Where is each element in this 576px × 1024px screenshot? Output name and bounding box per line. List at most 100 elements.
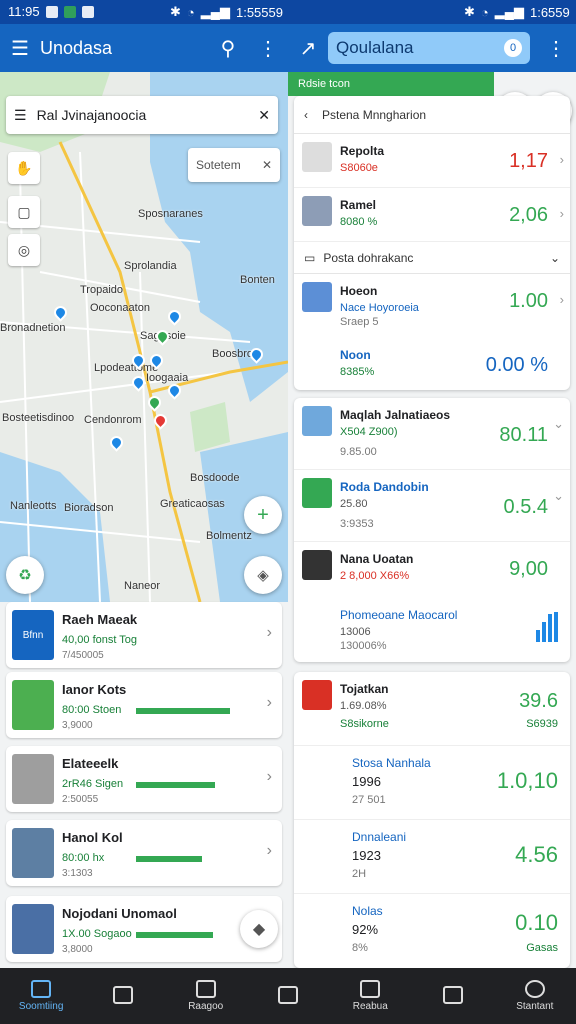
map-label: Nanleotts (10, 500, 57, 512)
nav-item-share[interactable] (411, 968, 493, 1024)
summary-row[interactable]: Ramel 8080 % 2,06 › (294, 188, 570, 242)
item-title: Ianor Kots (62, 682, 127, 697)
avatar (302, 142, 332, 172)
layers-icon[interactable]: ✋ (8, 152, 40, 184)
share-icon (442, 985, 463, 1004)
nav-item-profile[interactable]: Stantant (494, 968, 576, 1024)
panel-header: ‹ Pstena Mnngharion (294, 96, 570, 134)
row-sub: S8060e (340, 162, 378, 174)
right-tab-label: Rdsie tcon (298, 78, 350, 90)
chevron-down-icon[interactable]: ⌄ (550, 251, 560, 265)
row-value: 1.0,10 (496, 768, 558, 793)
list-row[interactable]: Roda Dandobin 25.80 3:9353 0.5.4 ⌄ (294, 470, 570, 542)
chevron-right-icon[interactable]: › (267, 768, 272, 786)
back-icon[interactable]: ‹ (304, 108, 308, 122)
chevron-down-icon[interactable]: ⌄ (553, 488, 564, 504)
chevron-right-icon[interactable]: › (560, 206, 564, 221)
navigate-icon[interactable]: ◆ (240, 910, 278, 948)
nav-item-raagoo[interactable]: Raagoo (165, 968, 247, 1024)
item-thumbnail (12, 754, 54, 804)
list-row[interactable]: Phomeoane Maocarol 13006 130006% (294, 598, 570, 662)
row-sub: 25.80 (340, 498, 368, 510)
list-item[interactable]: Elateeelk 2rR46 Sigen 2:50055 › (6, 746, 282, 812)
nav-item-home[interactable]: Soomtiing (0, 968, 82, 1024)
map-label: Sposnaranes (138, 208, 203, 220)
row-meta: 3:9353 (340, 518, 374, 530)
stats-row[interactable]: Nolas 92% 8% 0.10 Gasas (294, 894, 570, 968)
summary-row[interactable]: Noon 8385% 0.00 % (294, 338, 570, 390)
row-thumbnail (302, 282, 332, 312)
house-icon (195, 980, 216, 998)
list-item[interactable]: Hanol Kol 80:00 hx 3:1303 › (6, 820, 282, 886)
row-value: 0.10 (515, 910, 558, 935)
row-meta: S8sikorne (340, 718, 389, 730)
row-sub: X504 Z900) (340, 426, 398, 438)
more-vert-icon-right[interactable]: ⋮ (536, 28, 576, 68)
clear-icon[interactable]: ✕ (258, 107, 270, 124)
progress-bar (136, 708, 230, 714)
chevron-right-icon[interactable]: › (267, 842, 272, 860)
home-icon (31, 980, 52, 998)
chevron-right-icon[interactable]: › (267, 624, 272, 642)
signal-icon-2: ▂▄▆ (494, 4, 524, 19)
section-header[interactable]: ▭ Posta dohrakanc ⌄ (294, 242, 570, 274)
arrow-icon[interactable]: ↗ (288, 28, 328, 68)
item-subtitle: 2rR46 Sigen (62, 778, 124, 790)
row-sub: 8385% (340, 366, 375, 378)
list-row[interactable]: Maqlah Jalnatiaeos X504 Z900) 9.85.00 80… (294, 398, 570, 470)
square-icon[interactable]: ▢ (8, 196, 40, 228)
stats-row[interactable]: Stosa Nanhala 1996 27 501 1.0,10 (294, 746, 570, 820)
search-icon[interactable]: ⚲ (208, 28, 248, 68)
nav-item-center[interactable] (247, 968, 329, 1024)
add-icon[interactable]: + (244, 496, 282, 534)
stats-row[interactable]: Dnnaleani 1923 2H 4.56 (294, 820, 570, 894)
item-title: Nojodani Unomaol (62, 906, 177, 921)
map-search-bar[interactable]: ☰ Ral Jvinajanoocia ✕ (6, 96, 278, 134)
chevron-right-icon[interactable]: › (267, 694, 272, 712)
stats-row[interactable]: Tojatkan 1.69.08% S8sikorne 39.6 S6939 (294, 672, 570, 746)
map-label: Ioogaaia (146, 372, 189, 384)
item-thumbnail: Bfnn (12, 610, 54, 660)
summary-row[interactable]: Repolta S8060e 1,17 › (294, 134, 570, 188)
right-panel-stats: Tojatkan 1.69.08% S8sikorne 39.6 S6939 S… (294, 672, 570, 968)
search-badge: 0 (504, 39, 522, 57)
left-app-bar: ☰ Unodasa ⚲ ⋮ (0, 24, 288, 72)
compass-icon[interactable]: ◈ (244, 556, 282, 594)
recycle-icon[interactable]: ♻ (6, 556, 44, 594)
wifi-icon: ◔ (186, 4, 195, 20)
nav-item-reabua[interactable]: Reabua (329, 968, 411, 1024)
row-thumbnail (302, 550, 332, 580)
row-name: Maqlah Jalnatiaeos (340, 408, 451, 422)
locate-icon[interactable]: ◎ (8, 234, 40, 266)
chevron-right-icon[interactable]: › (560, 292, 564, 307)
row-meta: 130006% (340, 640, 387, 652)
list-row[interactable]: Nana Uoatan 2 8,000 X66% 9,00 (294, 542, 570, 598)
list-item[interactable]: Ianor Kots 80:00 Stoen 3,9000 › (6, 672, 282, 738)
close-icon[interactable]: ✕ (262, 158, 272, 172)
list-item[interactable]: Bfnn Raeh Maeak 40,00 fonst Tog 7/450005… (6, 602, 282, 668)
row-sub: Nace Hoyoroeia (340, 302, 419, 314)
more-vert-icon[interactable]: ⋮ (248, 28, 288, 68)
map-secondary-search[interactable]: Sotetem ✕ (188, 148, 280, 182)
map-label: Ooconaaton (90, 302, 150, 314)
summary-row[interactable]: Hoeon Nace Hoyoroeia Sraep 5 1.00 › (294, 274, 570, 338)
nav-item-map[interactable] (82, 968, 164, 1024)
menu-icon-map[interactable]: ☰ (14, 107, 27, 124)
doc-icon: ▭ (304, 250, 316, 265)
map-view[interactable]: ☰ Ral Jvinajanoocia ✕ Sotetem ✕ ✋ ▢ ◎ Sp… (0, 72, 288, 602)
chevron-down-icon[interactable]: ⌄ (553, 416, 564, 432)
item-subtitle: 40,00 fonst Tog (62, 634, 138, 646)
right-tab[interactable]: Rdsie tcon (288, 72, 494, 96)
row-value: 0.00 % (485, 354, 548, 376)
row-sub-2: Sraep 5 (340, 316, 379, 328)
chevron-right-icon[interactable]: › (560, 152, 564, 167)
status-time-2: 1:55559 (235, 4, 283, 20)
menu-icon[interactable]: ☰ (0, 28, 40, 68)
right-search-field[interactable]: Qoulalana 0 (328, 32, 530, 64)
status-right: ✱ ◔ ▂▄▆ 1:6559 (464, 4, 570, 20)
document-icon (360, 980, 381, 998)
map-label: Bolmentz (206, 530, 252, 542)
right-panel-list: Maqlah Jalnatiaeos X504 Z900) 9.85.00 80… (294, 398, 570, 662)
row-meta: 9.85.00 (340, 446, 377, 458)
item-meta: 3,8000 (62, 944, 93, 955)
